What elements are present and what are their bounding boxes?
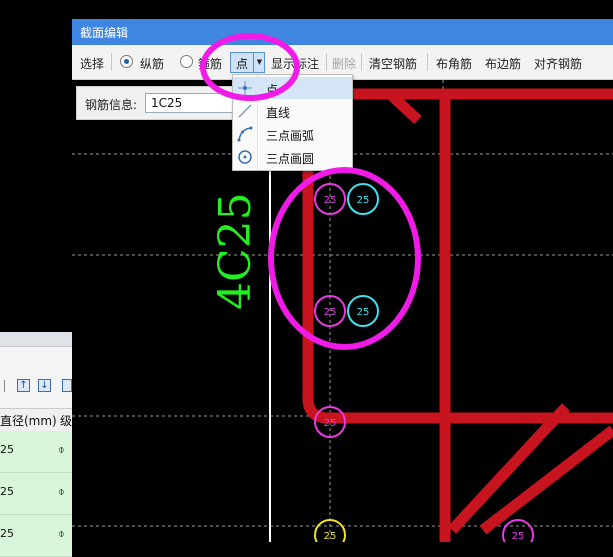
toolbar-separator bbox=[326, 53, 327, 71]
corner-rebar-button[interactable]: 布角筋 bbox=[436, 55, 472, 72]
background-panel-header bbox=[0, 332, 72, 347]
column-header-diameter: 直径(mm) bbox=[0, 414, 57, 428]
edge-rebar-button[interactable]: 布边筋 bbox=[485, 55, 521, 72]
move-up-icon[interactable]: ↑ bbox=[17, 379, 30, 392]
background-table-panel: ↑ ↓ 直径(mm) 级 25 ⌽ 25 ⌽ 25 ⌽ bbox=[0, 332, 72, 557]
circle-icon bbox=[238, 150, 252, 164]
longitudinal-label[interactable]: 纵筋 bbox=[140, 55, 164, 72]
cell-grade: ⌽ bbox=[58, 443, 65, 456]
dimension-label: 4C25 bbox=[210, 192, 261, 310]
dropdown-item-label: 直线 bbox=[266, 106, 291, 120]
rebar-info-label: 钢筋信息: bbox=[85, 98, 138, 112]
stirrup-radio[interactable] bbox=[180, 55, 193, 68]
line-icon bbox=[238, 104, 252, 118]
align-rebar-button[interactable]: 对齐钢筋 bbox=[534, 55, 582, 72]
rebar-label: 25 bbox=[512, 531, 525, 542]
rebar-label: 25 bbox=[324, 531, 337, 542]
import-icon[interactable] bbox=[62, 379, 72, 392]
table-row[interactable]: 25 ⌽ bbox=[0, 515, 72, 557]
arc-icon bbox=[237, 126, 253, 142]
table-row[interactable]: 25 ⌽ bbox=[0, 431, 72, 473]
annotation-ellipse-rebar-points bbox=[268, 167, 421, 350]
select-button[interactable]: 选择 bbox=[80, 55, 104, 72]
table-row[interactable]: 25 ⌽ bbox=[0, 473, 72, 515]
delete-button[interactable]: 删除 bbox=[332, 55, 356, 72]
cell-diameter: 25 bbox=[0, 527, 14, 540]
cell-grade: ⌽ bbox=[58, 485, 65, 498]
move-down-icon[interactable]: ↓ bbox=[38, 379, 51, 392]
cell-diameter: 25 bbox=[0, 485, 14, 498]
dropdown-item-line[interactable]: 直线 bbox=[233, 100, 352, 122]
dropdown-item-three-point-arc[interactable]: 三点画弧 bbox=[233, 123, 352, 145]
dropdown-item-label: 三点画圆 bbox=[266, 152, 315, 166]
clear-rebar-button[interactable]: 清空钢筋 bbox=[369, 55, 417, 72]
column-header-grade: 级 bbox=[60, 414, 73, 428]
toolbar-separator bbox=[427, 53, 428, 71]
toolbar-separator bbox=[111, 53, 112, 71]
cell-grade: ⌽ bbox=[58, 527, 65, 540]
dropdown-item-label: 三点画弧 bbox=[266, 129, 315, 143]
window-title: 截面编辑 bbox=[80, 26, 129, 40]
longitudinal-radio[interactable] bbox=[120, 55, 133, 68]
dropdown-item-three-point-circle[interactable]: 三点画圆 bbox=[233, 146, 352, 168]
window-title-bar[interactable]: 截面编辑 bbox=[72, 19, 613, 45]
cell-diameter: 25 bbox=[0, 443, 14, 456]
table-header: 直径(mm) 级 bbox=[0, 408, 72, 432]
background-table-toolbar: ↑ ↓ bbox=[0, 374, 72, 394]
toolbar-separator bbox=[361, 53, 362, 71]
toolbar-separator bbox=[4, 380, 5, 392]
annotation-ellipse-point-button bbox=[200, 33, 300, 101]
rebar-label: 25 bbox=[324, 418, 337, 429]
